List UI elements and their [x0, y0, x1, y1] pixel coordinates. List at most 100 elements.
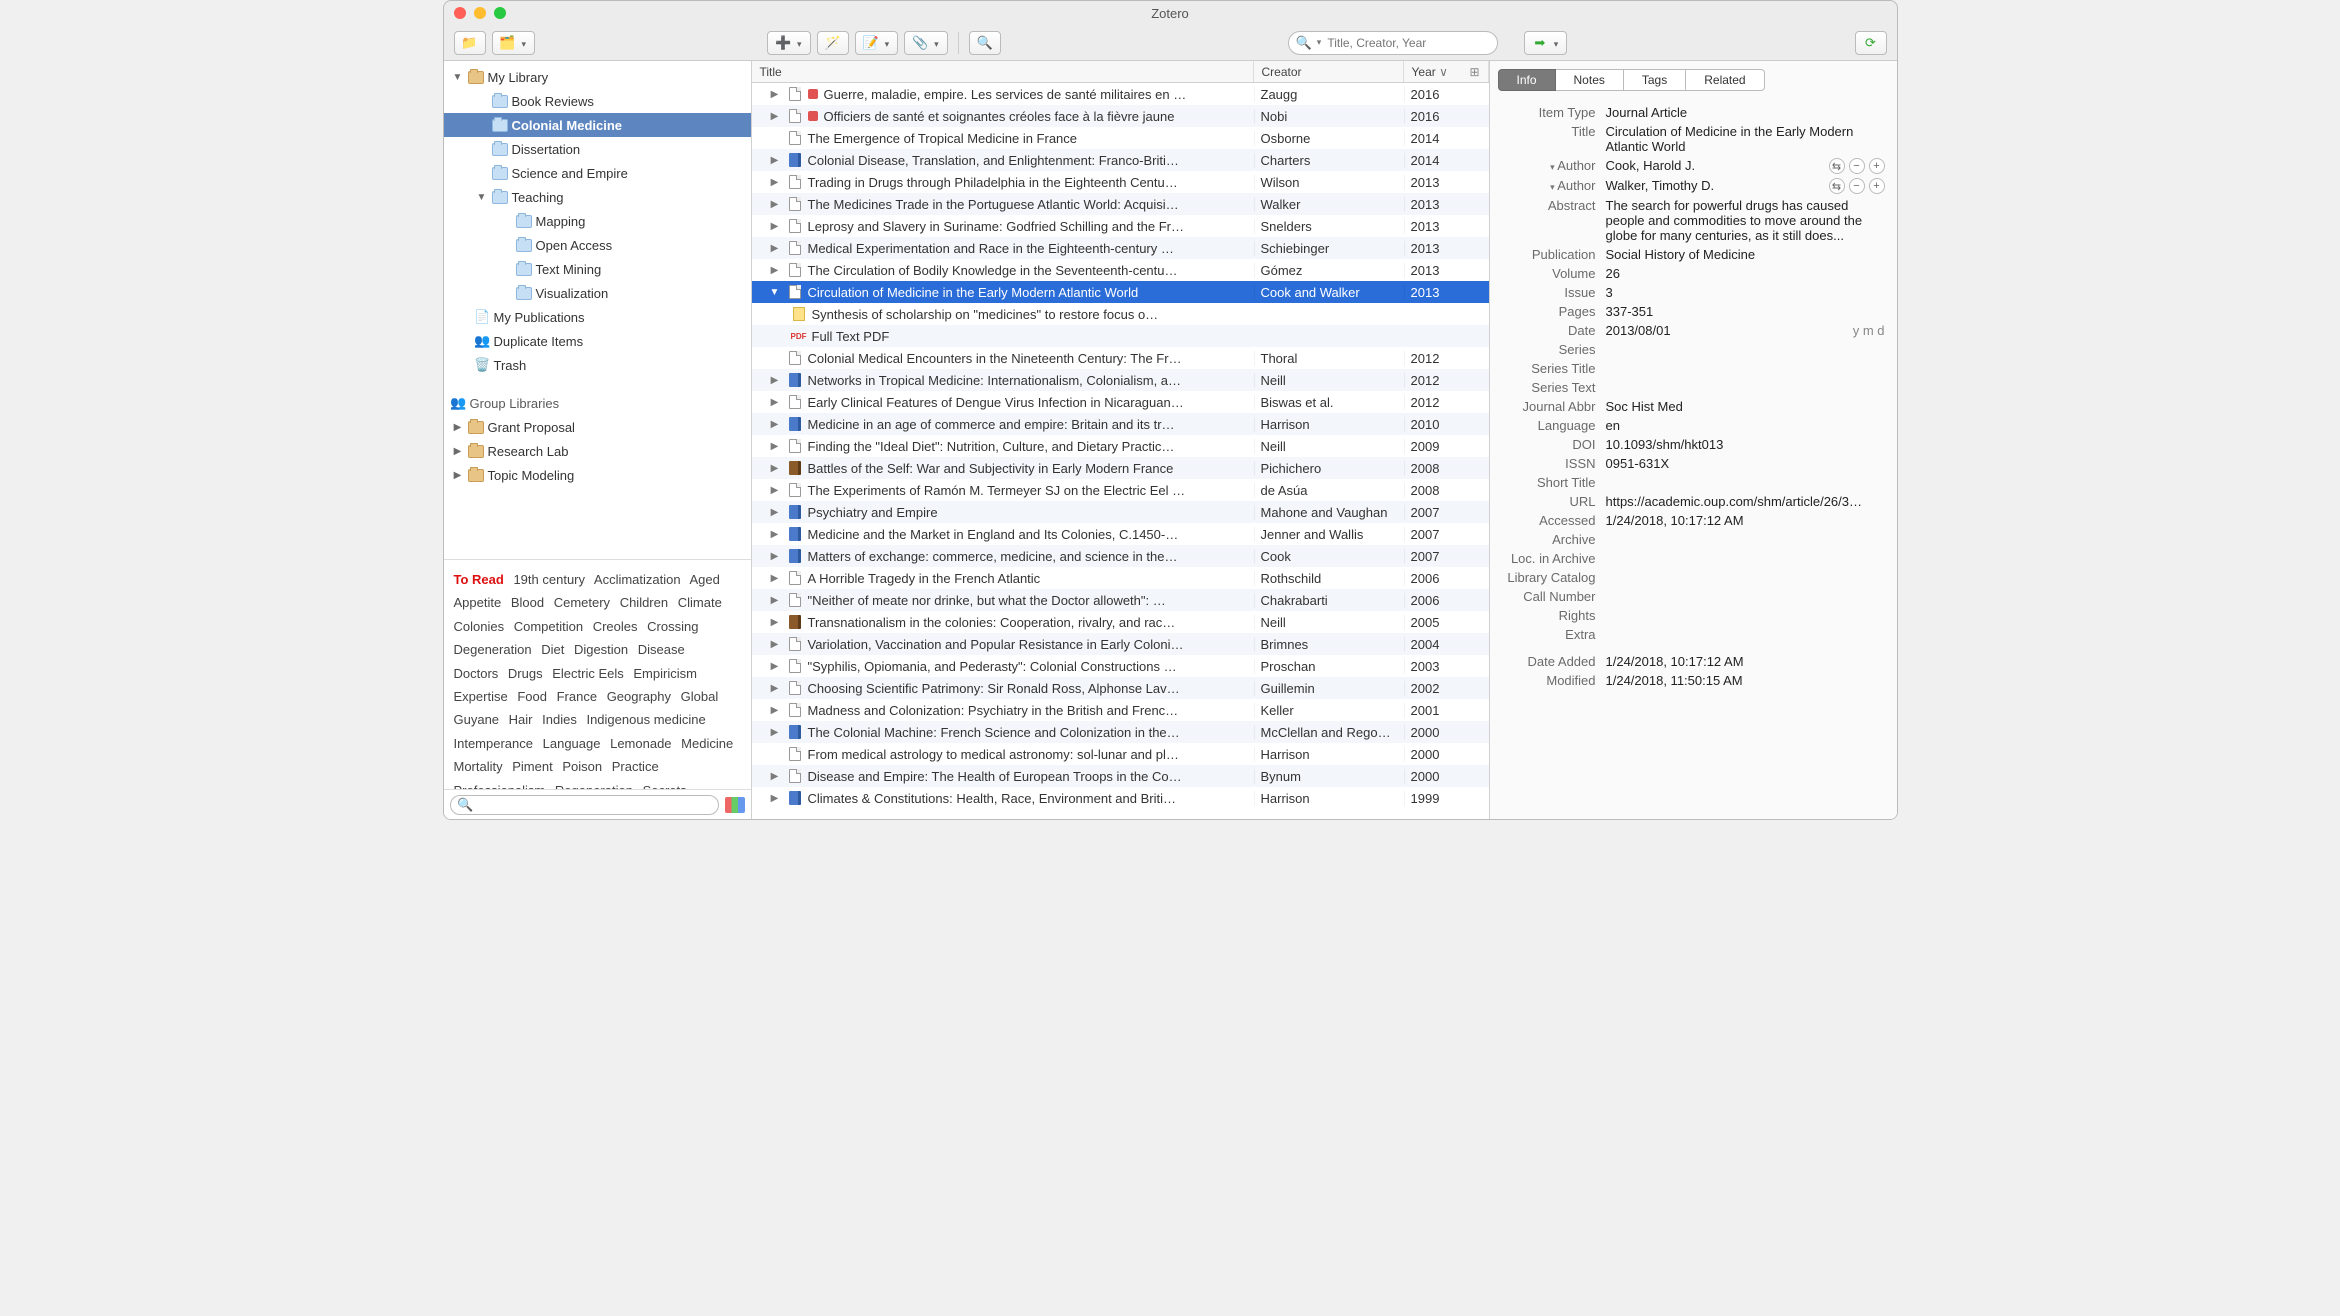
item-row[interactable]: ▼ Circulation of Medicine in the Early M…	[752, 281, 1489, 303]
group-library-row[interactable]: ▶Grant Proposal	[444, 415, 751, 439]
field-value[interactable]: 10.1093/shm/hkt013	[1606, 437, 1885, 452]
tag[interactable]: Poison	[562, 759, 602, 774]
my-library-row[interactable]: ▼ My Library	[444, 65, 751, 89]
tag[interactable]: Climate	[678, 595, 722, 610]
add-creator-button[interactable]: +	[1869, 158, 1885, 174]
item-row[interactable]: Colonial Medical Encounters in the Ninet…	[752, 347, 1489, 369]
collection-row[interactable]: Open Access	[444, 233, 751, 257]
disclosure-icon[interactable]: ▼	[768, 287, 782, 298]
tab-related[interactable]: Related	[1686, 69, 1764, 91]
item-row[interactable]: ▶ Madness and Colonization: Psychiatry i…	[752, 699, 1489, 721]
tag[interactable]: Expertise	[454, 689, 508, 704]
item-row[interactable]: ▶ The Circulation of Bodily Knowledge in…	[752, 259, 1489, 281]
tag[interactable]: Medicine	[681, 736, 733, 751]
tag[interactable]: Electric Eels	[552, 666, 624, 681]
swap-names-button[interactable]: ⇆	[1829, 158, 1845, 174]
disclosure-icon[interactable]: ▶	[768, 617, 782, 628]
disclosure-icon[interactable]: ▶	[768, 265, 782, 276]
tag[interactable]: Competition	[514, 619, 583, 634]
remove-creator-button[interactable]: −	[1849, 178, 1865, 194]
disclosure-icon[interactable]: ▶	[768, 529, 782, 540]
tag[interactable]: Indies	[542, 712, 577, 727]
collection-row[interactable]: ▼Teaching	[444, 185, 751, 209]
attachment-button[interactable]: 📎	[904, 31, 948, 55]
tag[interactable]: Practice	[612, 759, 659, 774]
item-row[interactable]: ▶ The Colonial Machine: French Science a…	[752, 721, 1489, 743]
disclosure-icon[interactable]: ▶	[768, 419, 782, 430]
disclosure-icon[interactable]: ▶	[768, 111, 782, 122]
tag[interactable]: 19th century	[513, 572, 585, 587]
swap-names-button[interactable]: ⇆	[1829, 178, 1845, 194]
item-row[interactable]: ▶ Medical Experimentation and Race in th…	[752, 237, 1489, 259]
disclosure-icon[interactable]: ▶	[768, 771, 782, 782]
disclosure-icon[interactable]: ▶	[452, 422, 464, 433]
field-value[interactable]: 337-351	[1606, 304, 1885, 319]
item-row[interactable]: ▶ Choosing Scientific Patrimony: Sir Ron…	[752, 677, 1489, 699]
disclosure-icon[interactable]: ▶	[768, 397, 782, 408]
tag[interactable]: Intemperance	[454, 736, 534, 751]
collection-row[interactable]: Science and Empire	[444, 161, 751, 185]
disclosure-icon[interactable]: ▼	[476, 192, 488, 203]
quick-search-input[interactable]	[1327, 36, 1488, 50]
tag[interactable]: Crossing	[647, 619, 698, 634]
disclosure-icon[interactable]: ▶	[768, 199, 782, 210]
tag[interactable]: Piment	[512, 759, 552, 774]
col-year[interactable]: Year⊞	[1404, 61, 1489, 82]
column-chooser-icon[interactable]: ⊞	[1469, 65, 1479, 79]
tag-filter[interactable]: 🔍	[450, 795, 719, 815]
new-item-button[interactable]: ➕	[767, 31, 811, 55]
disclosure-icon[interactable]: ▶	[768, 595, 782, 606]
tab-notes[interactable]: Notes	[1556, 69, 1624, 91]
tag[interactable]: Indigenous medicine	[586, 712, 705, 727]
disclosure-icon[interactable]: ▶	[768, 463, 782, 474]
item-row[interactable]: Full Text PDF	[752, 325, 1489, 347]
new-library-button[interactable]: 🗂️	[492, 31, 536, 55]
add-by-identifier-button[interactable]: 🪄	[817, 31, 849, 55]
tag[interactable]: Creoles	[593, 619, 638, 634]
item-row[interactable]: ▶ Disease and Empire: The Health of Euro…	[752, 765, 1489, 787]
quick-search[interactable]: 🔍▾	[1288, 31, 1498, 55]
field-value[interactable]: https://academic.oup.com/shm/article/26/…	[1606, 494, 1885, 509]
tag[interactable]: Aged	[690, 572, 720, 587]
tag[interactable]: Empiricism	[633, 666, 697, 681]
tag[interactable]: Children	[620, 595, 668, 610]
tag[interactable]: Digestion	[574, 642, 628, 657]
field-value[interactable]: en	[1606, 418, 1885, 433]
item-row[interactable]: ▶ Battles of the Self: War and Subjectiv…	[752, 457, 1489, 479]
field-value[interactable]: 0951-631X	[1606, 456, 1885, 471]
item-list[interactable]: ▶ Guerre, maladie, empire. Les services …	[752, 83, 1489, 819]
duplicate-items-row[interactable]: 👥 Duplicate Items	[444, 329, 751, 353]
chevron-down-icon[interactable]: ▾	[1317, 37, 1322, 48]
group-library-row[interactable]: ▶Topic Modeling	[444, 463, 751, 487]
item-row[interactable]: ▶ Colonial Disease, Translation, and Enl…	[752, 149, 1489, 171]
disclosure-icon[interactable]: ▶	[452, 446, 464, 457]
abstract-value[interactable]: The search for powerful drugs has caused…	[1606, 198, 1885, 243]
tag-color-picker[interactable]	[725, 797, 745, 813]
tag[interactable]: Disease	[638, 642, 685, 657]
item-row[interactable]: ▶ Medicine and the Market in England and…	[752, 523, 1489, 545]
disclosure-icon[interactable]: ▶	[768, 727, 782, 738]
item-row[interactable]: ▶ Variolation, Vaccination and Popular R…	[752, 633, 1489, 655]
author-value[interactable]: Walker, Timothy D.⇆−+	[1606, 178, 1885, 194]
item-type-value[interactable]: Journal Article	[1606, 105, 1885, 120]
item-row[interactable]: ▶ Psychiatry and Empire Mahone and Vaugh…	[752, 501, 1489, 523]
tag[interactable]: France	[557, 689, 597, 704]
tag[interactable]: To Read	[454, 572, 504, 587]
item-row[interactable]: The Emergence of Tropical Medicine in Fr…	[752, 127, 1489, 149]
disclosure-icon[interactable]: ▶	[768, 705, 782, 716]
item-row[interactable]: ▶ Climates & Constitutions: Health, Race…	[752, 787, 1489, 809]
tag[interactable]: Blood	[511, 595, 544, 610]
disclosure-icon[interactable]: ▶	[768, 661, 782, 672]
item-row[interactable]: ▶ The Experiments of Ramón M. Termeyer S…	[752, 479, 1489, 501]
collection-row[interactable]: Book Reviews	[444, 89, 751, 113]
tag[interactable]: Degeneration	[454, 642, 532, 657]
item-row[interactable]: ▶ Networks in Tropical Medicine: Interna…	[752, 369, 1489, 391]
collection-row[interactable]: Mapping	[444, 209, 751, 233]
new-collection-button[interactable]: 📁	[454, 31, 486, 55]
field-value[interactable]: 1/24/2018, 10:17:12 AM	[1606, 513, 1885, 528]
disclosure-icon[interactable]: ▶	[768, 89, 782, 100]
disclosure-icon[interactable]: ▶	[768, 485, 782, 496]
group-library-row[interactable]: ▶Research Lab	[444, 439, 751, 463]
disclosure-icon[interactable]: ▶	[768, 507, 782, 518]
col-title[interactable]: Title	[752, 61, 1254, 82]
